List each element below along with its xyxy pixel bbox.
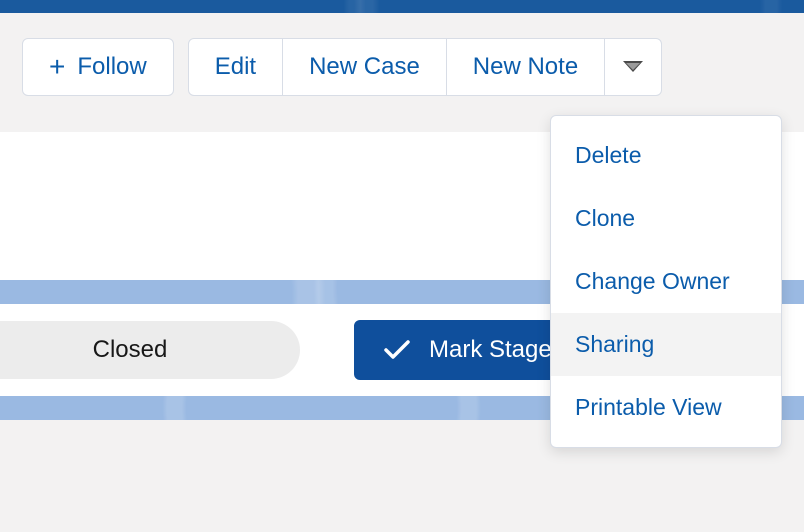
edit-button[interactable]: Edit <box>188 38 283 96</box>
menu-item-sharing[interactable]: Sharing <box>551 313 781 376</box>
stage-closed-pill[interactable]: Closed <box>0 321 300 379</box>
menu-item-change-owner[interactable]: Change Owner <box>551 250 781 313</box>
stage-closed-label: Closed <box>93 336 168 364</box>
edit-label: Edit <box>215 53 256 81</box>
more-actions-menu: Delete Clone Change Owner Sharing Printa… <box>550 115 782 448</box>
menu-item-printable-view[interactable]: Printable View <box>551 376 781 439</box>
top-pattern-band <box>0 0 804 13</box>
plus-icon: + <box>49 53 65 81</box>
menu-item-label: Change Owner <box>575 268 730 294</box>
menu-item-label: Sharing <box>575 331 654 357</box>
chevron-down-icon <box>623 61 643 73</box>
record-action-bar: + Follow Edit New Case New Note <box>0 13 804 130</box>
follow-button[interactable]: + Follow <box>22 38 174 96</box>
menu-item-label: Delete <box>575 142 641 168</box>
menu-item-label: Printable View <box>575 394 722 420</box>
more-actions-button[interactable] <box>604 38 662 96</box>
follow-label: Follow <box>77 53 146 81</box>
new-case-label: New Case <box>309 53 420 81</box>
menu-item-label: Clone <box>575 205 635 231</box>
new-note-label: New Note <box>473 53 578 81</box>
check-icon <box>383 339 411 361</box>
menu-item-clone[interactable]: Clone <box>551 187 781 250</box>
new-case-button[interactable]: New Case <box>282 38 447 96</box>
menu-item-delete[interactable]: Delete <box>551 124 781 187</box>
action-button-group: Edit New Case New Note <box>188 38 662 96</box>
new-note-button[interactable]: New Note <box>446 38 605 96</box>
